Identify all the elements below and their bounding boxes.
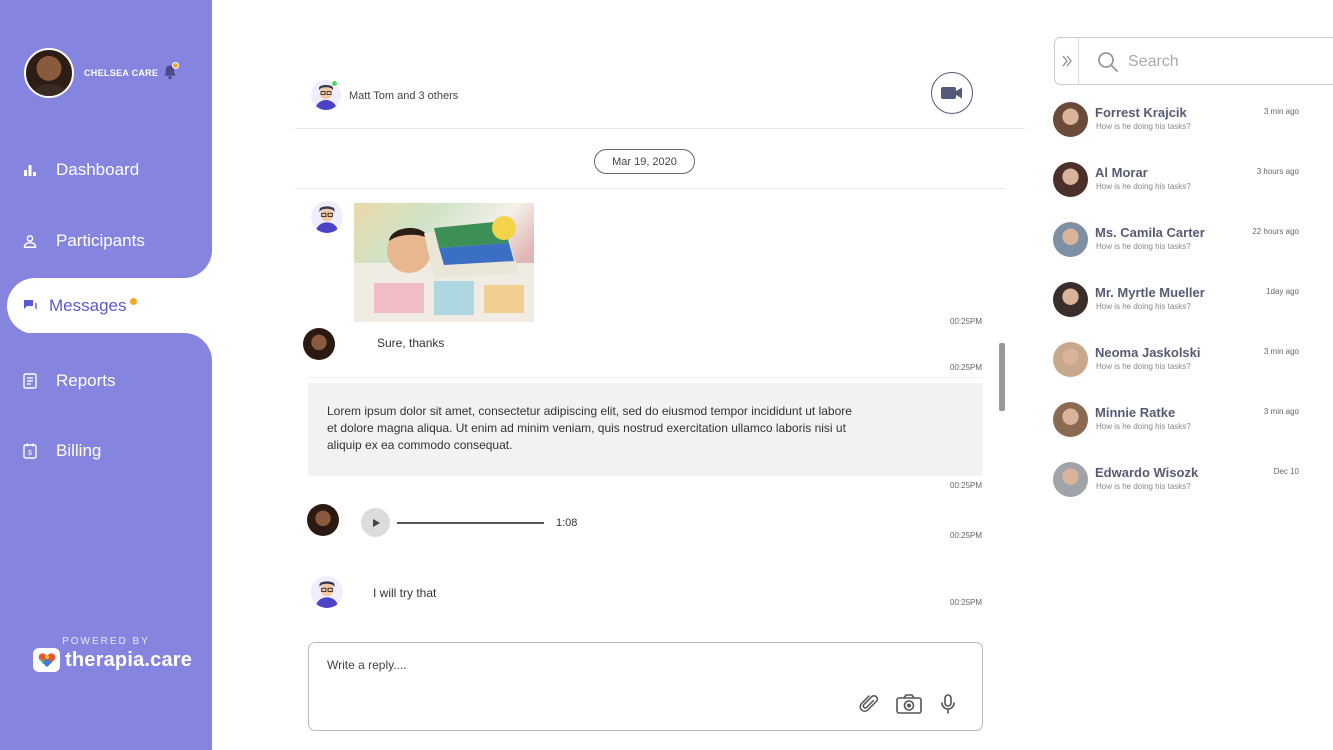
double-chevron-right-icon <box>1062 55 1072 67</box>
audio-progress-track[interactable] <box>397 522 544 524</box>
contact-last-message: How is he doing his tasks? <box>1096 362 1191 371</box>
brand-name: therapia.care <box>65 648 193 671</box>
notification-bell-icon[interactable] <box>162 62 179 80</box>
nav-item-dashboard[interactable]: Dashboard <box>0 142 212 198</box>
message-time: 00:25PM <box>950 481 983 490</box>
contact-time: 3 min ago <box>1263 107 1299 116</box>
contact-item[interactable]: Al Morar How is he doing his tasks? 3 hour… <box>1053 162 1303 202</box>
invoice-icon: $ <box>22 443 38 459</box>
message-divider <box>308 377 983 378</box>
message-time: 00:25PM <box>950 598 983 607</box>
notification-dot <box>172 62 179 69</box>
shared-photo[interactable] <box>354 203 534 322</box>
message-time: 00:25PM <box>950 363 983 372</box>
contact-item[interactable]: Mr. Myrtle Mueller How is he doing his ta… <box>1053 282 1303 322</box>
contact-avatar[interactable] <box>1053 162 1088 197</box>
message-text: Sure, thanks <box>377 336 445 350</box>
sender-avatar[interactable] <box>311 201 343 233</box>
contact-name: Edwardo Wisozk <box>1095 465 1199 480</box>
sidebar: CHELSEA CARE Dashboard Participants Mess… <box>0 0 212 750</box>
contact-avatar[interactable] <box>1053 282 1088 317</box>
contact-avatar[interactable] <box>1053 222 1088 257</box>
contact-name: Al Morar <box>1095 165 1148 180</box>
reply-box <box>308 642 983 731</box>
contact-time: 3 hours ago <box>1256 167 1299 176</box>
contact-item[interactable]: Edwardo Wisozk How is he doing his tasks?… <box>1053 462 1303 502</box>
search-input[interactable] <box>1128 51 1318 73</box>
svg-text:$: $ <box>28 450 32 457</box>
search-icon <box>1097 51 1119 78</box>
contact-name: Minnie Ratke <box>1095 405 1176 420</box>
play-icon <box>372 518 380 527</box>
contact-time: 1day ago <box>1266 287 1299 296</box>
message-text: Lorem ipsum dolor sit amet, consectetur … <box>327 404 852 452</box>
contact-last-message: How is he doing his tasks? <box>1096 182 1191 191</box>
therapia-heart-icon <box>33 648 60 672</box>
contact-item[interactable]: Forrest Krajcik How is he doing his tasks… <box>1053 102 1303 142</box>
contact-item[interactable]: Neoma Jaskolski How is he doing his tasks… <box>1053 342 1303 382</box>
contact-last-message: How is he doing his tasks? <box>1096 422 1191 431</box>
contact-avatar[interactable] <box>1053 342 1088 377</box>
contact-avatar[interactable] <box>1053 462 1088 497</box>
date-badge: Mar 19, 2020 <box>594 149 695 174</box>
contact-time: Dec 10 <box>1273 467 1299 476</box>
date-divider <box>295 188 1005 189</box>
powered-by-label: POWERED BY <box>62 636 150 647</box>
contact-time: 22 hours ago <box>1252 227 1299 236</box>
paperclip-icon[interactable] <box>857 693 881 715</box>
contact-item[interactable]: Minnie Ratke How is he doing his tasks? 3 … <box>1053 402 1303 442</box>
contact-time: 3 min ago <box>1263 407 1299 416</box>
nav-item-messages[interactable]: Messages <box>7 278 212 334</box>
contact-name: Mr. Myrtle Mueller <box>1095 285 1205 300</box>
collapse-panel-button[interactable] <box>1055 38 1079 84</box>
contact-last-message: How is he doing his tasks? <box>1096 302 1191 311</box>
bar-chart-icon <box>22 162 38 178</box>
audio-play-button[interactable] <box>361 508 390 537</box>
brand-logo: therapia.care <box>33 648 192 672</box>
contact-name: Neoma Jaskolski <box>1095 345 1201 360</box>
search-bar <box>1054 37 1333 85</box>
conversation-title: Matt Tom and 3 others <box>349 90 459 102</box>
contact-name: Forrest Krajcik <box>1095 105 1187 120</box>
contact-avatar[interactable] <box>1053 102 1088 137</box>
message-time: 00:25PM <box>950 531 983 540</box>
user-avatar[interactable] <box>24 48 74 98</box>
message-bubble: Lorem ipsum dolor sit amet, consectetur … <box>308 383 983 476</box>
chat-scrollbar[interactable] <box>999 343 1005 411</box>
nav-label: Participants <box>56 231 145 250</box>
sender-avatar[interactable] <box>311 576 343 608</box>
camera-icon[interactable] <box>895 693 923 715</box>
video-call-button[interactable] <box>931 72 973 114</box>
video-camera-icon <box>941 87 962 99</box>
contact-last-message: How is he doing his tasks? <box>1096 122 1191 131</box>
message-text: I will try that <box>373 586 437 600</box>
document-icon <box>22 373 38 389</box>
user-name: CHELSEA CARE <box>84 68 159 78</box>
audio-duration: 1:08 <box>556 517 578 529</box>
nav-curve <box>0 250 212 278</box>
online-status-dot <box>331 80 338 87</box>
sender-avatar[interactable] <box>303 328 335 360</box>
contact-item[interactable]: Ms. Camila Carter How is he doing his tas… <box>1053 222 1303 262</box>
nav-label: Reports <box>56 371 116 390</box>
user-profile[interactable]: CHELSEA CARE <box>24 48 158 98</box>
message-time: 00:25PM <box>950 317 983 326</box>
chat-icon <box>23 298 39 314</box>
contact-avatar[interactable] <box>1053 402 1088 437</box>
microphone-icon[interactable] <box>936 693 960 715</box>
nav-item-billing[interactable]: $ Billing <box>0 423 212 479</box>
chat-header: Matt Tom and 3 others <box>295 60 1025 129</box>
unread-dot <box>130 297 138 305</box>
person-icon <box>22 233 38 249</box>
nav-label: Dashboard <box>56 160 140 179</box>
reply-input[interactable] <box>327 658 827 672</box>
contact-last-message: How is he doing his tasks? <box>1096 242 1191 251</box>
nav-label: Billing <box>56 441 102 460</box>
nav-item-reports[interactable]: Reports <box>0 353 212 409</box>
nav-label: Messages <box>49 296 127 315</box>
contact-time: 3 min ago <box>1263 347 1299 356</box>
contact-name: Ms. Camila Carter <box>1095 225 1205 240</box>
sender-avatar[interactable] <box>307 504 339 536</box>
contact-last-message: How is he doing his tasks? <box>1096 482 1191 491</box>
